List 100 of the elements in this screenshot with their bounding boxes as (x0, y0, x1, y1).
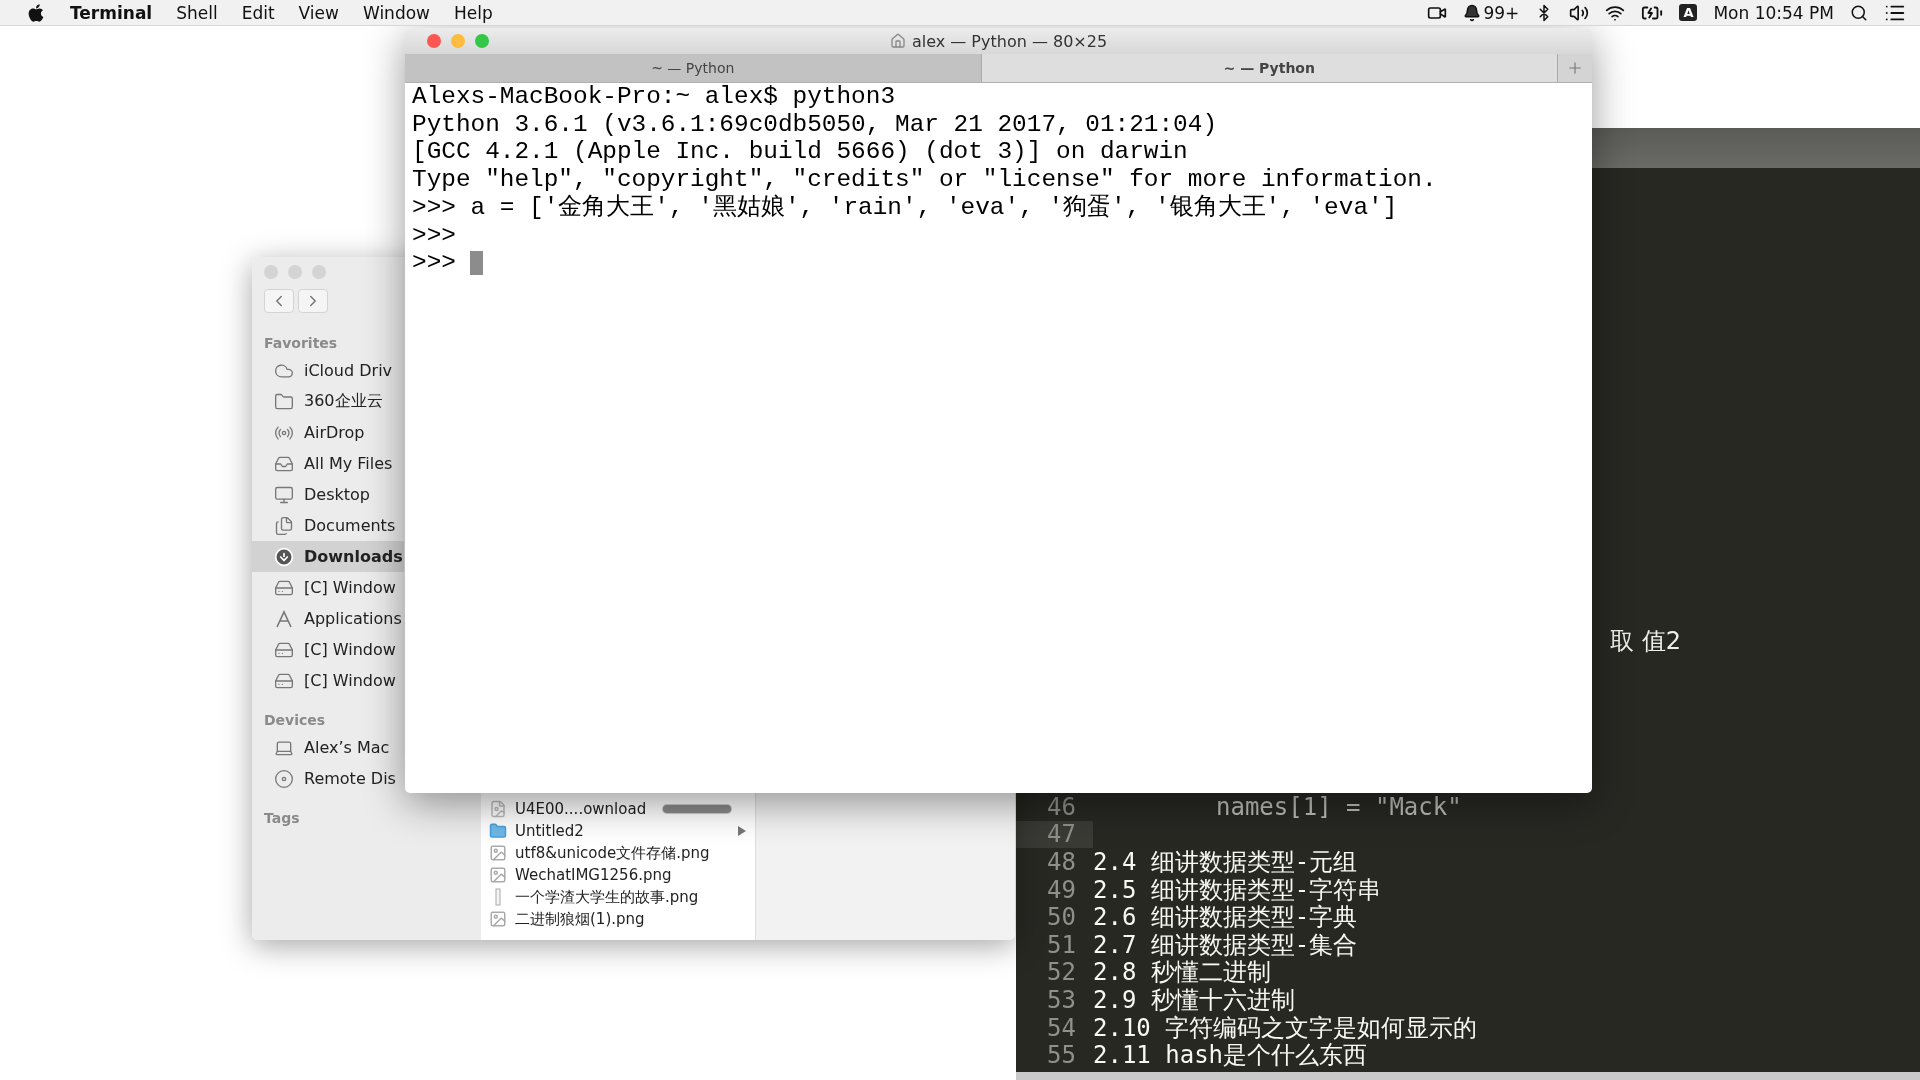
back-button[interactable] (264, 289, 294, 313)
file-name: utf8&unicode文件存储.png (515, 843, 710, 863)
text-cursor (469, 251, 483, 276)
sidebar-item[interactable]: [C] Window (252, 634, 404, 665)
heading-text: 2.4 细讲数据类型-元组 (1093, 850, 1358, 875)
file-name: U4E00....ownload (515, 800, 647, 818)
sidebar-item-label: Alex’s Mac (304, 738, 390, 757)
sidebar-item[interactable]: [C] Window (252, 665, 404, 696)
applications-icon (274, 608, 294, 629)
sidebar-section-title: Tags (263, 809, 301, 828)
file-name: Untitled2 (515, 822, 584, 840)
file-row[interactable]: utf8&unicode文件存储.png (481, 842, 755, 864)
file-row[interactable]: Untitled2 (481, 820, 755, 842)
disclosure-triangle-icon (737, 826, 747, 836)
folder-icon (489, 822, 507, 840)
apple-icon[interactable] (26, 2, 46, 23)
sidebar-item[interactable]: 360企业云 (252, 386, 404, 417)
heading-text: 2.5 细讲数据类型-字符串 (1093, 877, 1382, 902)
folder-icon (274, 391, 294, 412)
sidebar-item[interactable]: [C] Window (252, 572, 404, 603)
image-file-icon (489, 866, 507, 884)
file-name: WechatIMG1256.png (515, 866, 672, 884)
line-number: 52 (1046, 958, 1077, 987)
input-source-indicator[interactable]: A (1679, 4, 1698, 21)
image-file-icon (489, 910, 507, 928)
sidebar-item[interactable]: AirDrop (252, 417, 404, 448)
sidebar-item[interactable]: Alex’s Mac (252, 732, 404, 763)
file-name: 二进制狼烟(1).png (515, 909, 645, 929)
heading-text: 2.9 秒懂十六进制 (1093, 988, 1295, 1012)
close-button[interactable] (427, 34, 441, 48)
terminal-line: >>> (412, 249, 456, 277)
menu-item[interactable]: Window (362, 2, 430, 23)
line-number: 55 (1046, 1041, 1077, 1069)
file-icon (489, 800, 507, 818)
menu-item[interactable]: Help (454, 2, 493, 23)
line-number: 48 (1046, 848, 1077, 876)
download-icon (274, 546, 294, 567)
search-icon[interactable] (1850, 3, 1868, 22)
file-row[interactable]: 一个学渣大学生的故事.png (481, 886, 755, 908)
file-name: 一个学渣大学生的故事.png (515, 887, 699, 907)
house-icon (889, 33, 906, 49)
code-text: 取 值2 (1610, 626, 1681, 658)
line-number: 49 (1046, 875, 1077, 904)
sidebar-item-label: [C] Window (304, 640, 396, 659)
menu-item[interactable]: View (298, 2, 339, 23)
sidebar-item-label: Documents (304, 516, 396, 535)
disc-icon (274, 768, 294, 789)
sidebar-item-label: Applications (304, 609, 402, 628)
volume-icon[interactable] (1569, 2, 1590, 23)
plus-icon (1566, 59, 1584, 77)
line-number: 51 (1046, 931, 1077, 959)
sidebar-item[interactable]: iCloud Driv (252, 355, 404, 386)
window-title: alex — Python — 80×25 (911, 31, 1108, 51)
terminal-line: [GCC 4.2.1 (Apple Inc. build 5666) (dot 3)] on darwin (412, 138, 1188, 167)
sidebar-item[interactable]: Desktop (252, 479, 404, 510)
sidebar-item[interactable]: Downloads (252, 541, 404, 572)
tab[interactable]: ~ — Python (981, 54, 1558, 82)
sidebar-item-label: [C] Window (304, 671, 396, 690)
terminal-line: >>> (412, 221, 456, 250)
sidebar-section-title: Devices (263, 711, 327, 730)
heading-text: 2.8 秒懂二进制 (1093, 960, 1271, 985)
heading-text: 2.11 hash是个什么东西 (1093, 1043, 1368, 1068)
sidebar-item[interactable]: All My Files (252, 448, 404, 479)
line-number: 46 (1046, 793, 1077, 821)
terminal-line: Type "help", "copyright", "credits" or "license" for more information. (412, 166, 1437, 194)
sidebar-item-label: [C] Window (304, 578, 396, 597)
forward-button[interactable] (298, 289, 328, 313)
file-row[interactable]: WechatIMG1256.png (481, 864, 755, 886)
image-file-icon (489, 844, 507, 862)
sidebar-item-label: All My Files (304, 454, 393, 473)
code-text: names[1] = "Mack" (1216, 794, 1462, 819)
notification-count[interactable]: 99+ (1483, 2, 1520, 23)
sidebar-item[interactable]: Remote Dis (252, 763, 404, 794)
menu-item[interactable]: Edit (241, 2, 275, 23)
line-number: 54 (1046, 1013, 1077, 1042)
sidebar-item-label: Downloads (304, 547, 403, 566)
sidebar-item-label: AirDrop (304, 423, 365, 442)
sidebar-item-label: Remote Dis (304, 769, 396, 788)
file-row[interactable]: 二进制狼烟(1).png (481, 908, 755, 930)
sidebar-item-label: 360企业云 (304, 391, 383, 412)
line-number: 53 (1046, 986, 1077, 1014)
terminal-line: Python 3.6.1 (v3.6.1:69c0db5050, Mar 21 2017, 01:21:04) (412, 110, 1218, 139)
documents-icon (274, 515, 294, 536)
heading-text: 2.7 细讲数据类型-集合 (1093, 932, 1358, 957)
heading-text: 2.6 细讲数据类型-字典 (1093, 905, 1358, 930)
sidebar-section-title: Favorites (263, 334, 339, 353)
sidebar-item[interactable]: Applications (252, 603, 404, 634)
terminal-line: >>> a = ['金角大王', '黑姑娘', 'rain', 'eva', '狗蛋', '银角大王', 'eva'] (412, 193, 1398, 222)
line-number: 47 (1016, 820, 1093, 849)
desktop-icon (274, 484, 294, 505)
bell-icon[interactable] (1463, 3, 1482, 22)
terminal-line: Alexs-MacBook-Pro:~ alex$ python3 (412, 83, 895, 111)
sidebar-item[interactable]: Documents (252, 510, 404, 541)
menu-clock[interactable]: Mon 10:54 PM (1713, 2, 1834, 23)
line-number: 50 (1046, 903, 1077, 932)
sidebar-item-label: iCloud Driv (304, 361, 393, 380)
app-menu[interactable]: Terminal (70, 2, 153, 23)
file-row[interactable]: U4E00....ownload (481, 798, 755, 820)
menu-item[interactable]: Shell (176, 2, 218, 23)
sidebar-item-label: Desktop (304, 485, 370, 504)
